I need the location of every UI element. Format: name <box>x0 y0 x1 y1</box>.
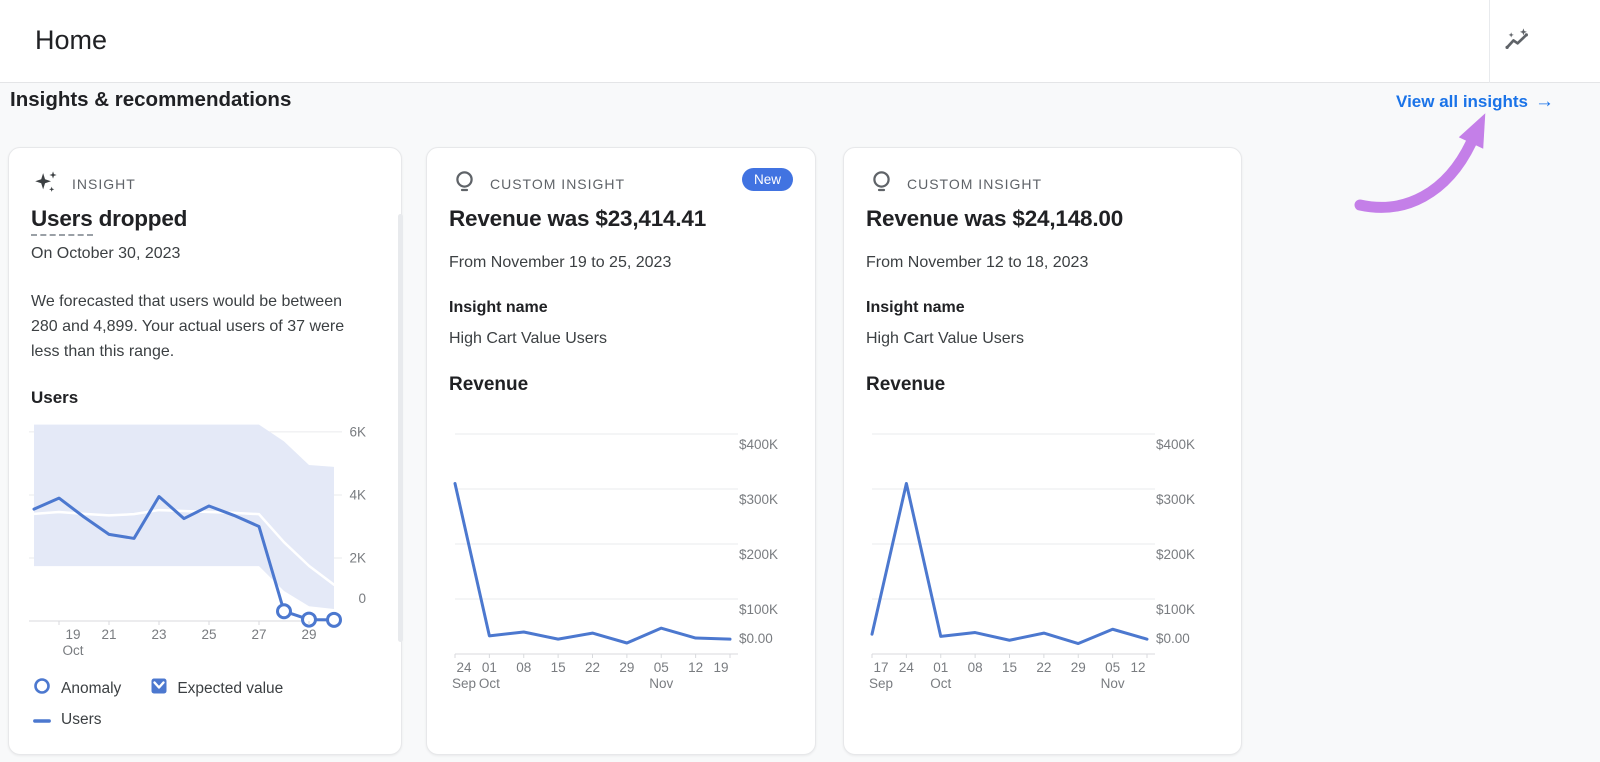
svg-text:$400K: $400K <box>739 437 778 452</box>
svg-text:4K: 4K <box>349 487 366 502</box>
svg-text:$100K: $100K <box>739 602 778 617</box>
expected-value-legend-icon <box>151 678 167 699</box>
sparkle-icon <box>33 168 60 200</box>
svg-text:29: 29 <box>619 660 634 675</box>
svg-text:19: 19 <box>713 660 728 675</box>
card-type-label: CUSTOM INSIGHT <box>490 176 626 192</box>
insight-description: We forecasted that users would be betwee… <box>31 293 345 360</box>
svg-text:0: 0 <box>358 591 366 606</box>
svg-text:$300K: $300K <box>739 492 778 507</box>
insight-card-users-dropped[interactable]: INSIGHT Users dropped On October 30, 202… <box>8 147 403 755</box>
svg-text:Oct: Oct <box>479 676 500 691</box>
insight-name-label: Insight name <box>449 299 548 316</box>
svg-text:$100K: $100K <box>1156 602 1195 617</box>
svg-text:$200K: $200K <box>739 547 778 562</box>
svg-text:23: 23 <box>151 627 166 642</box>
users-legend-label: Users <box>61 711 102 728</box>
svg-text:24: 24 <box>899 660 915 675</box>
chart-legend-row-2: Users <box>33 711 101 729</box>
card-type-label: INSIGHT <box>72 176 136 192</box>
card-title: Users dropped <box>31 206 188 236</box>
card-title: Revenue was $23,414.41 <box>449 206 707 231</box>
svg-text:05: 05 <box>1105 660 1120 675</box>
chart-legend-row-1: Anomaly Expected value <box>33 677 283 700</box>
view-all-insights-link[interactable]: View all insights → <box>1396 91 1554 113</box>
svg-text:29: 29 <box>1071 660 1086 675</box>
expected-value-legend-label: Expected value <box>177 679 284 697</box>
svg-text:$400K: $400K <box>1156 437 1195 452</box>
anomaly-legend-icon <box>33 677 51 700</box>
card-scrollbar-thumb[interactable] <box>398 214 403 642</box>
svg-text:Sep: Sep <box>869 676 893 691</box>
svg-text:15: 15 <box>551 660 566 675</box>
insight-name-label: Insight name <box>866 299 965 316</box>
svg-text:29: 29 <box>301 627 316 642</box>
anomaly-legend-label: Anomaly <box>61 679 122 697</box>
card-type-label: CUSTOM INSIGHT <box>907 176 1043 192</box>
chart-title: Revenue <box>449 374 529 395</box>
svg-text:$200K: $200K <box>1156 547 1195 562</box>
card-header: INSIGHT <box>33 168 136 200</box>
card-date-range: From November 12 to 18, 2023 <box>866 254 1089 271</box>
svg-text:01: 01 <box>933 660 948 675</box>
svg-text:22: 22 <box>585 660 600 675</box>
svg-text:27: 27 <box>251 627 266 642</box>
svg-text:21: 21 <box>101 627 116 642</box>
svg-text:12: 12 <box>688 660 703 675</box>
svg-text:08: 08 <box>968 660 983 675</box>
svg-text:$0.00: $0.00 <box>1156 631 1190 646</box>
card-date-range: From November 19 to 25, 2023 <box>449 254 672 271</box>
svg-text:12: 12 <box>1130 660 1145 675</box>
custom-insight-card-nov19-25[interactable]: CUSTOM INSIGHT New Revenue was $23,414.4… <box>426 147 816 755</box>
card-date: On October 30, 2023 <box>31 245 181 262</box>
page-title: Home <box>35 25 108 55</box>
section-title: Insights & recommendations <box>10 88 292 111</box>
card-header: CUSTOM INSIGHT <box>868 168 1042 200</box>
svg-text:Nov: Nov <box>1101 676 1125 691</box>
card-header: CUSTOM INSIGHT <box>451 168 625 200</box>
svg-text:05: 05 <box>654 660 669 675</box>
revenue-line-chart[interactable]: $400K $300K $200K $100K $0.00 24 01 08 15 22 29 05 1… <box>427 413 817 698</box>
card-title: Revenue was $24,148.00 <box>866 206 1124 231</box>
svg-text:25: 25 <box>201 627 216 642</box>
svg-text:Oct: Oct <box>930 676 951 691</box>
users-legend-icon <box>33 711 51 729</box>
insight-name-value: High Cart Value Users <box>449 330 607 347</box>
revenue-line-chart[interactable]: $400K $300K $200K $100K $0.00 17 24 01 08 15 22 29 0… <box>844 413 1234 698</box>
custom-insight-card-nov12-18[interactable]: CUSTOM INSIGHT Revenue was $24,148.00 Fr… <box>843 147 1242 755</box>
topbar-divider <box>1489 0 1490 83</box>
svg-text:Nov: Nov <box>649 676 673 691</box>
svg-text:08: 08 <box>516 660 531 675</box>
svg-text:15: 15 <box>1002 660 1017 675</box>
svg-text:$0.00: $0.00 <box>739 631 773 646</box>
svg-text:Sep: Sep <box>452 676 476 691</box>
svg-text:6K: 6K <box>349 424 366 439</box>
svg-text:19: 19 <box>65 627 80 642</box>
svg-text:17: 17 <box>873 660 888 675</box>
insights-sparkline-icon[interactable] <box>1503 27 1531 55</box>
arrow-right-icon: → <box>1535 91 1554 112</box>
chart-title: Revenue <box>866 374 946 395</box>
card-title-rest: dropped <box>92 206 188 231</box>
topbar: Home <box>0 0 1600 83</box>
users-line-chart[interactable]: 0 2K 4K 6K 19 21 23 25 27 29 Oct <box>9 403 395 663</box>
insight-name-value: High Cart Value Users <box>866 330 1024 347</box>
svg-text:$300K: $300K <box>1156 492 1195 507</box>
svg-text:01: 01 <box>482 660 497 675</box>
new-badge: New <box>741 168 793 191</box>
view-all-insights-label: View all insights <box>1396 92 1528 111</box>
svg-text:22: 22 <box>1036 660 1051 675</box>
svg-text:2K: 2K <box>349 550 366 565</box>
svg-text:24: 24 <box>456 660 472 675</box>
lightbulb-icon <box>868 168 895 200</box>
lightbulb-icon <box>451 168 478 200</box>
card-title-term: Users <box>31 206 93 236</box>
svg-text:Oct: Oct <box>62 643 83 658</box>
